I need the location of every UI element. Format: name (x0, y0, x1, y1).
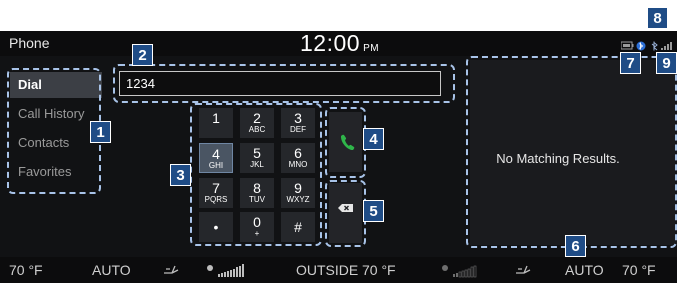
fan-speed-left-icon[interactable] (205, 262, 253, 278)
left-temperature[interactable]: 70 °F (9, 262, 43, 278)
callout-outline-dial-field (113, 64, 455, 103)
status-icons (620, 38, 675, 51)
right-auto-mode[interactable]: AUTO (565, 262, 604, 278)
outside-label: OUTSIDE (296, 262, 359, 278)
outside-temperature: 70 °F (362, 262, 396, 278)
callout-outline-keypad (190, 103, 322, 246)
clock-ampm: PM (363, 43, 380, 54)
callout-9: 9 (656, 52, 677, 74)
callout-8: 8 (647, 7, 668, 29)
callout-outline-results (466, 56, 677, 248)
bluetooth-icon (651, 41, 658, 51)
left-auto-mode[interactable]: AUTO (92, 262, 131, 278)
app-title: Phone (9, 35, 50, 51)
signal-icon (661, 42, 672, 50)
clock-time: 12:00 (300, 30, 361, 56)
callout-outline-call (325, 107, 366, 178)
clock: 12:00 PM (300, 30, 379, 57)
callout-outline-delete (325, 180, 366, 247)
callout-5: 5 (363, 200, 384, 222)
right-temperature[interactable]: 70 °F (622, 262, 656, 278)
callout-outline-sidebar (7, 68, 101, 194)
callout-4: 4 (363, 128, 384, 150)
fan-speed-right-icon[interactable] (440, 262, 488, 278)
callout-7: 7 (620, 52, 641, 74)
bluetooth-audio-icon (636, 41, 646, 51)
right-airflow-icon[interactable] (514, 263, 534, 277)
callout-2: 2 (132, 44, 153, 66)
callout-6: 6 (565, 235, 586, 257)
left-airflow-icon[interactable] (162, 263, 182, 277)
callout-1: 1 (90, 121, 111, 143)
battery-icon (620, 41, 634, 50)
callout-3: 3 (170, 164, 191, 186)
